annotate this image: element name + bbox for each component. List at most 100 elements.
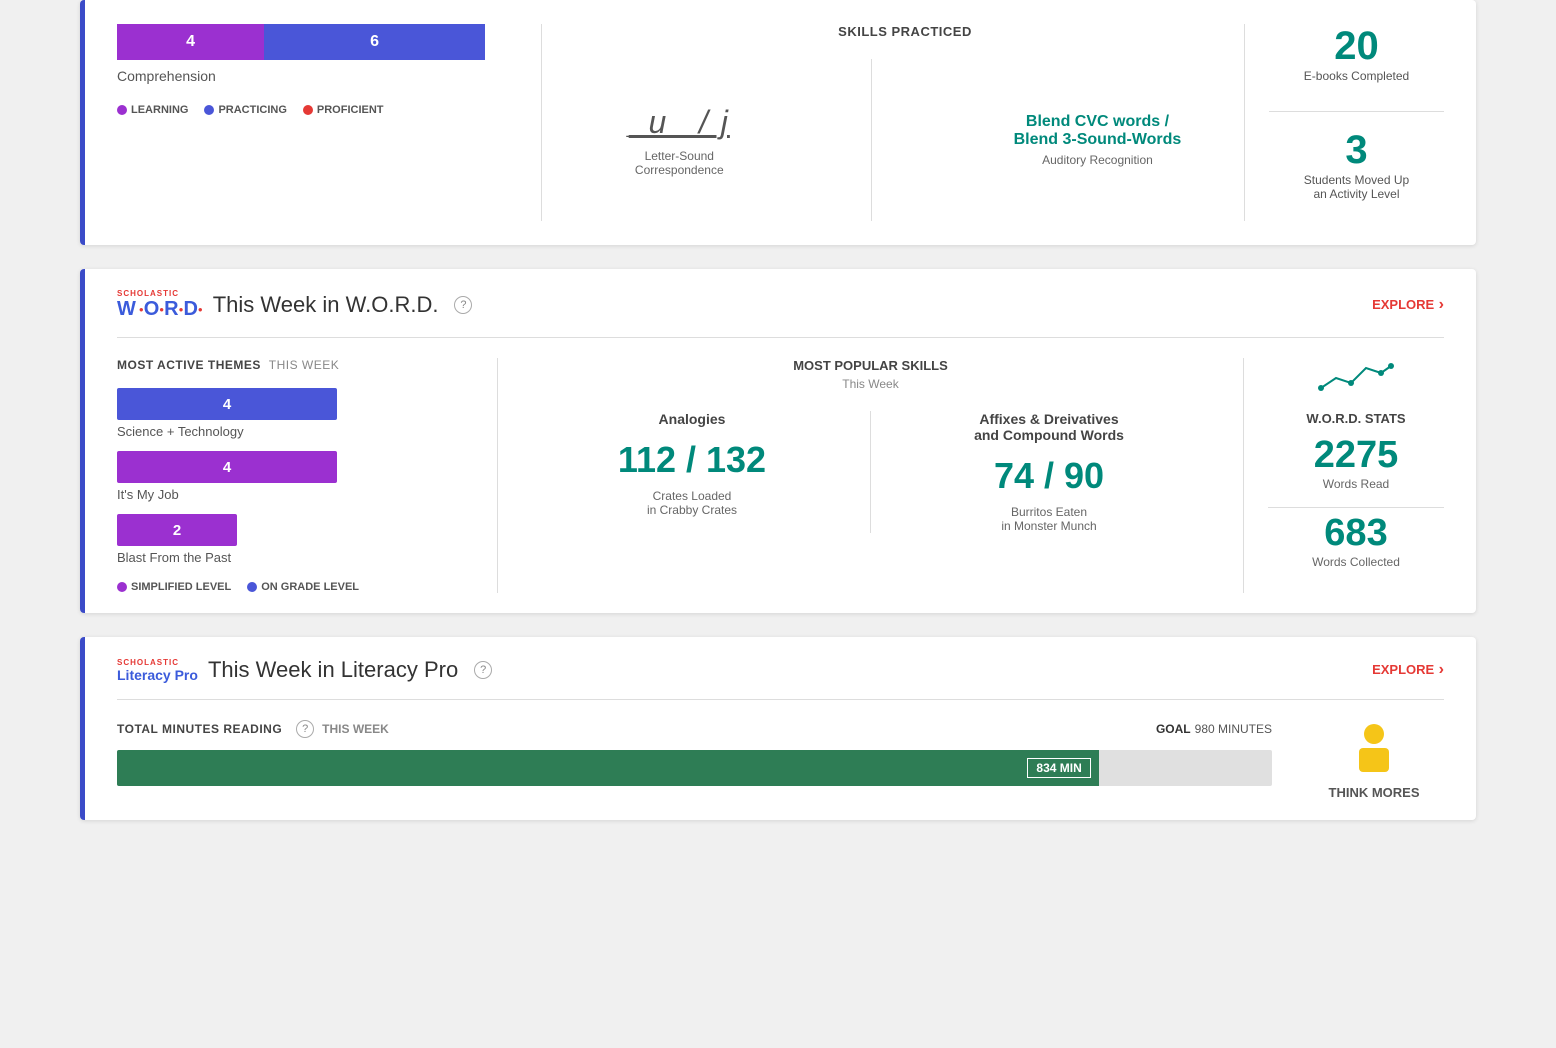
literacy-logo-area: SCHOLASTIC Literacy Pro This Week in Lit… [117,657,492,683]
progress-bar-fill: 834 MIN [117,750,1099,786]
word-explore-link[interactable]: EXPLORE [1372,296,1444,314]
skill1-label: Letter-SoundCorrespondence [629,149,730,177]
practicing-dot [204,105,214,115]
words-collected-label: Words Collected [1312,555,1400,569]
legend-row: LEARNING PRACTICING PROFICIENT [117,104,485,116]
legend-simplified: SIMPLIFIED LEVEL [117,581,231,593]
literacy-card-title: This Week in Literacy Pro [208,657,458,683]
minutes-help-icon[interactable]: ? [296,720,314,738]
literacy-card-left-bar [80,637,85,820]
goal-value: 980 MINUTES [1195,722,1272,736]
literacy-logo-sub: Literacy Pro [117,667,198,683]
top-card-right: 20 E-books Completed 3 Students Moved Up… [1244,24,1444,221]
bar-purple: 4 [117,24,264,60]
skill1-sub1: Crates Loaded [530,489,854,503]
literacy-logo-block: SCHOLASTIC Literacy Pro [117,658,198,683]
theme-bar-science: 4 [117,388,337,420]
comprehension-bar: 4 6 [117,24,485,60]
skill-blend: Blend CVC words /Blend 3-Sound-Words Aud… [1014,113,1182,167]
skill1-fraction: 112 / 132 [530,439,854,481]
popular-skills-row: Analogies 112 / 132 Crates Loaded in Cra… [530,411,1211,533]
skill2-title: Blend CVC words /Blend 3-Sound-Words [1014,113,1182,149]
word-dot4: ● [198,305,203,314]
students-label: Students Moved Upan Activity Level [1269,173,1444,201]
themes-section-title: MOST ACTIVE THEMES THIS WEEK [117,358,473,372]
skill1-name: Analogies [530,411,854,427]
literacy-card: SCHOLASTIC Literacy Pro This Week in Lit… [80,637,1476,820]
word-logo-d: D [183,298,197,321]
minutes-this-week: THIS WEEK [322,722,389,736]
themes-section: MOST ACTIVE THEMES THIS WEEK 4 Science +… [117,358,497,593]
themes-this-week: THIS WEEK [269,358,340,372]
goal-label-row: GOAL 980 MINUTES [1156,722,1272,736]
ebooks-number: 20 [1269,24,1444,69]
theme-row-1: 4 Science + Technology [117,388,473,439]
top-card: 4 6 Comprehension LEARNING PRACTICING [80,0,1476,245]
skill2-name: Affixes & Dreivativesand Compound Words [887,411,1211,443]
literacy-card-header: SCHOLASTIC Literacy Pro This Week in Lit… [117,657,1444,683]
skill2-sub1: Burritos Eaten [887,505,1211,519]
learning-label: LEARNING [131,104,188,116]
literacy-content-row: TOTAL MINUTES READING ? THIS WEEK GOAL 9… [117,720,1444,800]
word-logo-r: R [164,298,178,321]
students-number: 3 [1269,128,1444,173]
literacy-right: THINK MORES [1304,720,1444,800]
theme-label-science: Science + Technology [117,424,473,439]
bar-blue: 6 [264,24,485,60]
skill-letter-sound: _u_ / j Letter-SoundCorrespondence [629,104,730,177]
simplified-label: SIMPLIFIED LEVEL [131,581,231,593]
theme-row-2: 4 It's My Job [117,451,473,502]
theme-label-job: It's My Job [117,487,473,502]
skill2-sub2: in Monster Munch [887,519,1211,533]
ebooks-label: E-books Completed [1269,69,1444,83]
words-read-label: Words Read [1323,477,1389,491]
word-card: SCHOLASTIC W ● O ● R ● D ● This Week in … [80,269,1476,613]
theme-bar-job: 4 [117,451,337,483]
popular-subtitle: This Week [530,377,1211,391]
popular-title: MOST POPULAR SKILLS [530,358,1211,373]
words-read-number: 2275 [1314,434,1399,477]
minutes-title: TOTAL MINUTES READING [117,722,282,736]
literacy-explore-link[interactable]: EXPLORE [1372,661,1444,679]
theme-row-3: 2 Blast From the Past [117,514,473,565]
proficient-dot [303,105,313,115]
word-card-body: MOST ACTIVE THEMES THIS WEEK 4 Science +… [117,358,1444,593]
divider-skills [541,24,542,221]
word-stats-divider [1268,507,1444,508]
practicing-label: PRACTICING [218,104,286,116]
skill2-fraction: 74 / 90 [887,455,1211,497]
sparkline-area [1316,358,1396,403]
think-mores-icon [1349,720,1399,780]
word-logo-o: O [144,298,160,321]
simplified-dot [117,582,127,592]
skill1-text: _u_ / j [629,104,730,141]
word-stats-title: W.O.R.D. STATS [1306,411,1405,426]
legend-proficient: PROFICIENT [303,104,384,116]
legend-practicing: PRACTICING [204,104,286,116]
skills-title: SKILLS PRACTICED [566,24,1244,39]
on-grade-dot [247,582,257,592]
theme-label-blast: Blast From the Past [117,550,473,565]
word-logo: SCHOLASTIC W ● O ● R ● D ● [117,289,203,321]
literacy-card-divider [117,699,1444,700]
legend-on-grade: ON GRADE LEVEL [247,581,359,593]
sparkline-chart [1316,358,1396,398]
word-card-left-bar [80,269,85,613]
card-left-bar [80,0,85,245]
on-grade-label: ON GRADE LEVEL [261,581,359,593]
word-help-icon[interactable]: ? [454,296,472,314]
top-card-left: 4 6 Comprehension LEARNING PRACTICING [117,24,517,221]
goal-label: GOAL [1156,722,1191,736]
skill-col-affixes: Affixes & Dreivativesand Compound Words … [887,411,1211,533]
minutes-label-row: TOTAL MINUTES READING ? THIS WEEK [117,720,389,738]
theme-bar-blast: 2 [117,514,237,546]
skill-col-divider [870,411,871,533]
minutes-header-row: TOTAL MINUTES READING ? THIS WEEK GOAL 9… [117,720,1272,738]
skill1-sub2: in Crabby Crates [530,503,854,517]
progress-label: 834 MIN [1027,758,1090,778]
literacy-help-icon[interactable]: ? [474,661,492,679]
literacy-scholastic-text: SCHOLASTIC [117,658,198,667]
comprehension-label: Comprehension [117,68,485,84]
divider-skill-mid [871,59,872,221]
legend-learning: LEARNING [117,104,188,116]
